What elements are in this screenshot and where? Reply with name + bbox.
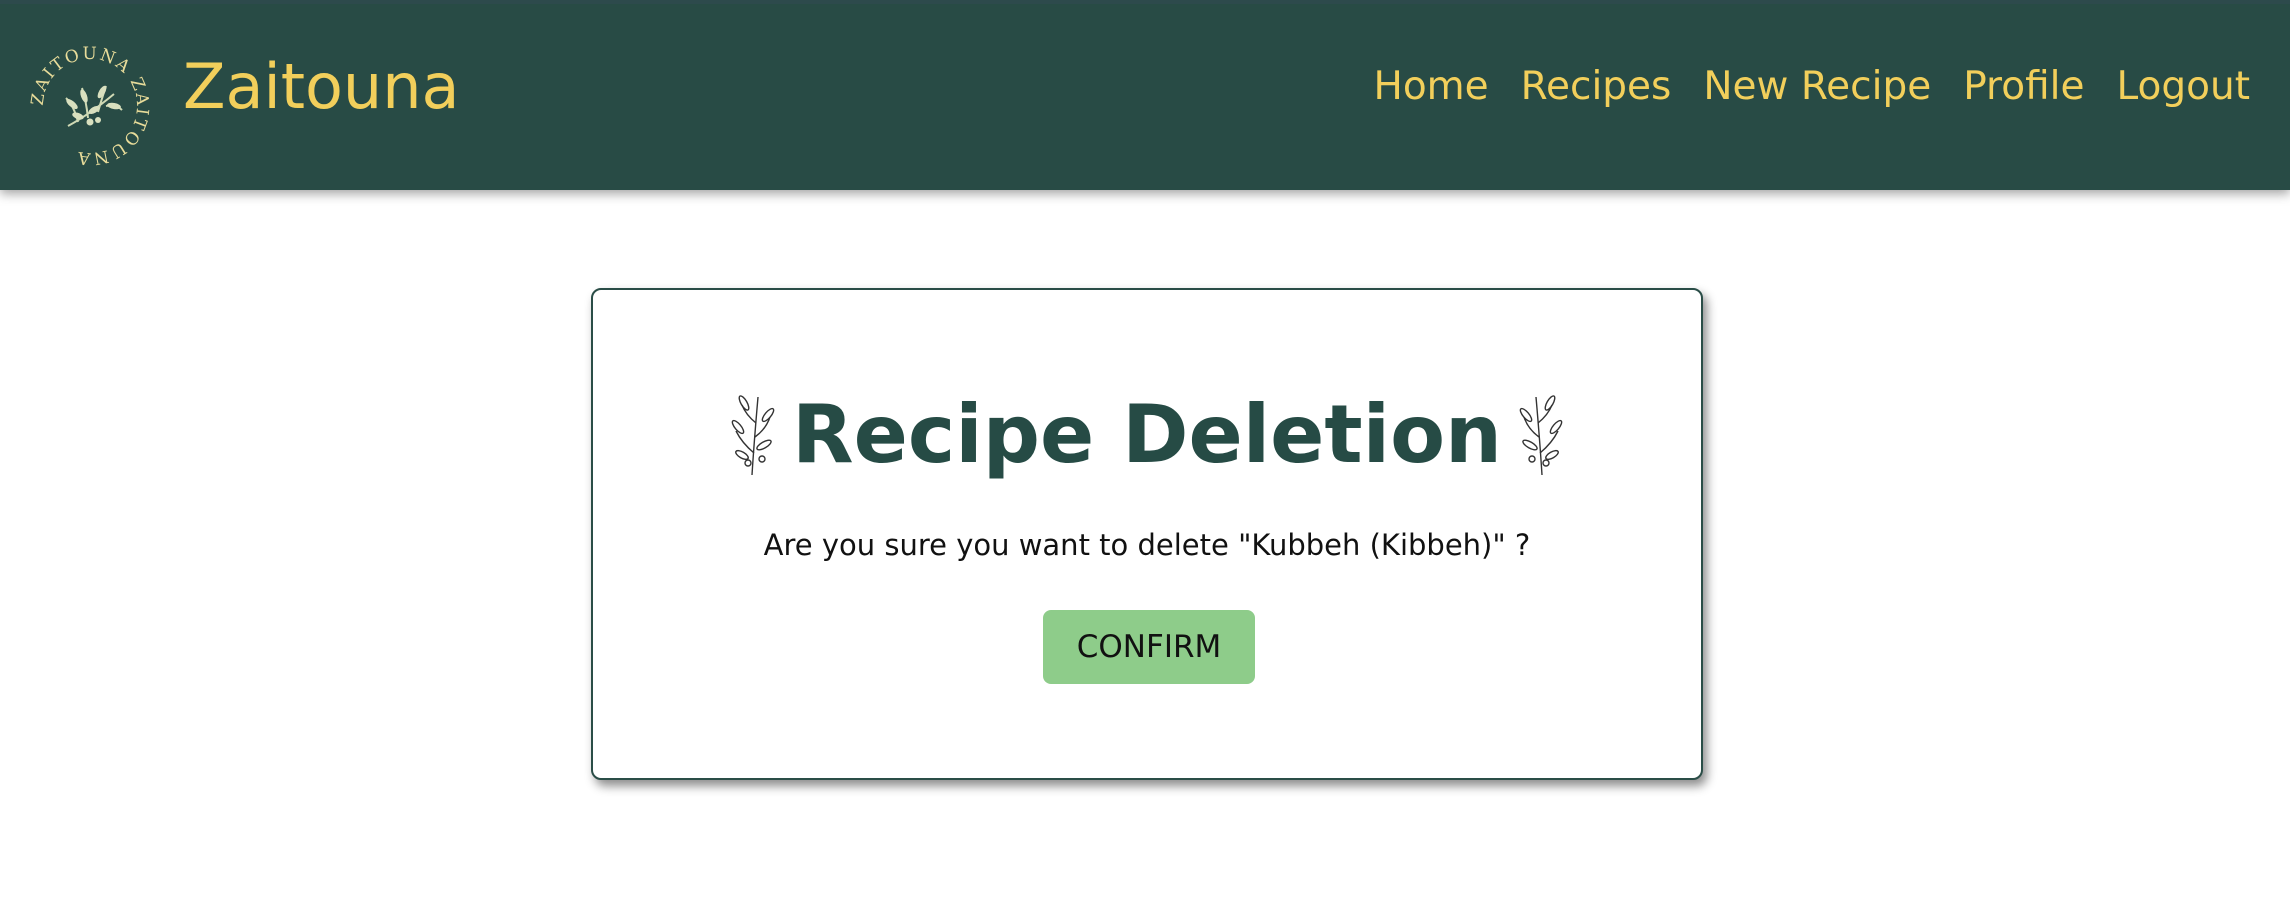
logo-ring-text: ZAITOUNA ZAITOUNA <box>28 44 150 168</box>
zaitouna-logo-icon[interactable]: ZAITOUNA ZAITOUNA <box>28 44 152 168</box>
nav-logout[interactable]: Logout <box>2116 64 2250 109</box>
confirm-button[interactable]: CONFIRM <box>1043 610 1255 684</box>
nav-profile[interactable]: Profile <box>1963 64 2084 109</box>
top-border <box>0 0 2290 4</box>
nav-home[interactable]: Home <box>1374 64 1489 109</box>
brand-name[interactable]: Zaitouna <box>183 50 460 123</box>
deletion-card: Recipe Deletion Are you sure you want to… <box>591 288 1703 780</box>
nav-recipes[interactable]: Recipes <box>1521 64 1672 109</box>
olive-branch-icon <box>1519 394 1563 475</box>
dialog-title: Recipe Deletion <box>792 388 1502 481</box>
main-nav: Home Recipes New Recipe Profile Logout <box>1374 64 2251 109</box>
title-row: Recipe Deletion <box>593 388 1701 481</box>
olive-branch-icon <box>731 394 775 475</box>
navbar: ZAITOUNA ZAITOUNA Zaitouna Home Recipes … <box>0 0 2290 190</box>
nav-new-recipe[interactable]: New Recipe <box>1703 64 1931 109</box>
confirmation-message: Are you sure you want to delete "Kubbeh … <box>763 528 1531 562</box>
svg-text:ZAITOUNA ZAITOUNA: ZAITOUNA ZAITOUNA <box>28 44 152 168</box>
